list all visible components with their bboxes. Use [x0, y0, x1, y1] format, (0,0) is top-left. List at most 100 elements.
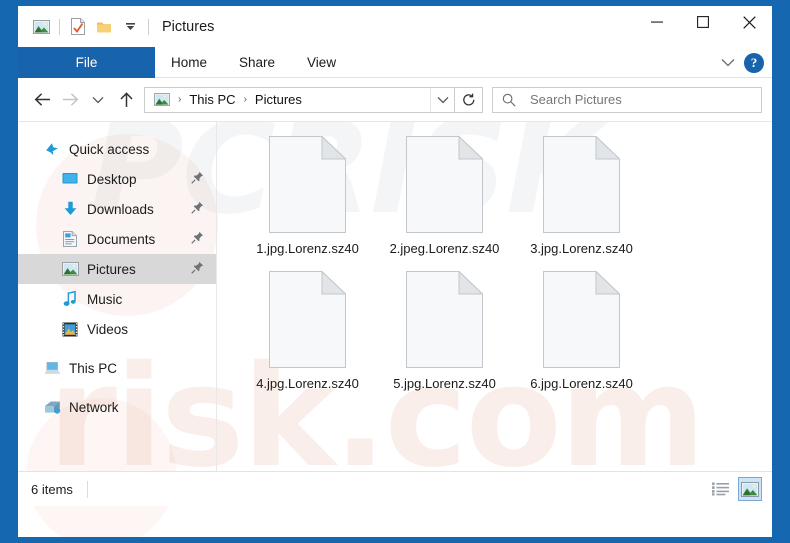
breadcrumb-pictures-icon[interactable] — [152, 93, 172, 106]
file-item[interactable]: 1.jpg.Lorenz.sz40 — [239, 136, 376, 257]
breadcrumb-item-pictures[interactable]: Pictures — [253, 92, 304, 107]
window-frame: PCRISK risk.com — [0, 0, 790, 543]
help-button[interactable]: ? — [744, 53, 764, 73]
navigation-pane: Quick access Desktop — [18, 122, 217, 471]
sidebar-label: Desktop — [87, 172, 137, 187]
breadcrumb: › This PC › Pictures — [145, 92, 430, 107]
generic-file-icon — [543, 136, 620, 233]
sidebar-label: Pictures — [87, 262, 136, 277]
ribbon-tab-strip: File Home Share View ? — [18, 47, 772, 78]
network-icon — [42, 400, 62, 415]
search-icon — [502, 93, 516, 107]
file-name: 1.jpg.Lorenz.sz40 — [245, 241, 370, 257]
main-body: Quick access Desktop — [18, 122, 772, 471]
breadcrumb-separator-1: › — [172, 95, 187, 105]
qat-separator-2 — [148, 19, 149, 35]
sidebar-item-pictures[interactable]: Pictures — [18, 254, 216, 284]
recent-locations-chevron-icon[interactable] — [84, 85, 112, 115]
file-list-pane[interactable]: 1.jpg.Lorenz.sz40 2.jpeg.Lorenz.sz40 — [217, 122, 772, 471]
generic-file-icon — [406, 271, 483, 368]
file-item[interactable]: 4.jpg.Lorenz.sz40 — [239, 271, 376, 392]
file-name: 3.jpg.Lorenz.sz40 — [519, 241, 644, 257]
sidebar-item-videos[interactable]: Videos — [18, 314, 216, 344]
sidebar-gap-2 — [18, 383, 216, 392]
close-button[interactable] — [726, 6, 772, 38]
sidebar-label: Downloads — [87, 202, 154, 217]
status-item-count: 6 items — [28, 482, 73, 497]
pin-icon[interactable] — [191, 261, 204, 277]
tab-view[interactable]: View — [291, 47, 352, 78]
forward-button[interactable] — [56, 85, 84, 115]
file-name: 2.jpeg.Lorenz.sz40 — [382, 241, 507, 257]
file-item[interactable]: 5.jpg.Lorenz.sz40 — [376, 271, 513, 392]
breadcrumb-item-this-pc[interactable]: This PC — [187, 92, 237, 107]
sidebar-item-quick-access[interactable]: Quick access — [18, 134, 216, 164]
file-name: 4.jpg.Lorenz.sz40 — [245, 376, 370, 392]
refresh-button[interactable] — [455, 87, 483, 113]
address-bar: › This PC › Pictures — [18, 78, 772, 122]
pictures-folder-icon[interactable] — [28, 15, 54, 39]
sidebar-item-desktop[interactable]: Desktop — [18, 164, 216, 194]
tab-share[interactable]: Share — [223, 47, 291, 78]
file-grid: 1.jpg.Lorenz.sz40 2.jpeg.Lorenz.sz40 — [239, 136, 772, 406]
sidebar-item-network[interactable]: Network — [18, 392, 216, 422]
file-name: 5.jpg.Lorenz.sz40 — [382, 376, 507, 392]
ribbon-right-controls: ? — [721, 47, 764, 78]
pin-icon[interactable] — [191, 201, 204, 217]
minimize-button[interactable] — [634, 6, 680, 38]
title-bar: Pictures — [18, 6, 772, 47]
breadcrumb-separator-2: › — [238, 95, 253, 105]
sidebar-item-this-pc[interactable]: This PC — [18, 353, 216, 383]
sidebar-label: This PC — [69, 361, 117, 376]
status-bar: 6 items — [18, 471, 772, 506]
file-item[interactable]: 3.jpg.Lorenz.sz40 — [513, 136, 650, 257]
explorer-window: PCRISK risk.com — [18, 6, 772, 537]
back-button[interactable] — [28, 85, 56, 115]
sidebar-label: Music — [87, 292, 122, 307]
address-box[interactable]: › This PC › Pictures — [144, 87, 455, 113]
sidebar-label: Documents — [87, 232, 155, 247]
videos-icon — [60, 322, 80, 337]
details-view-button[interactable] — [709, 477, 733, 501]
file-name: 6.jpg.Lorenz.sz40 — [519, 376, 644, 392]
documents-icon — [60, 231, 80, 247]
sidebar-label: Videos — [87, 322, 128, 337]
sidebar-label: Network — [69, 400, 119, 415]
large-icons-view-button[interactable] — [738, 477, 762, 501]
sidebar-item-documents[interactable]: Documents — [18, 224, 216, 254]
sidebar-item-downloads[interactable]: Downloads — [18, 194, 216, 224]
generic-file-icon — [406, 136, 483, 233]
address-dropdown-chevron-icon[interactable] — [430, 88, 454, 112]
generic-file-icon — [269, 271, 346, 368]
file-item[interactable]: 2.jpeg.Lorenz.sz40 — [376, 136, 513, 257]
pin-icon[interactable] — [191, 231, 204, 247]
window-controls — [634, 6, 772, 38]
star-icon — [42, 141, 62, 157]
window-title: Pictures — [162, 19, 214, 35]
file-item[interactable]: 6.jpg.Lorenz.sz40 — [513, 271, 650, 392]
quick-access-toolbar: Pictures — [18, 15, 214, 39]
new-folder-icon[interactable] — [91, 15, 117, 39]
maximize-button[interactable] — [680, 6, 726, 38]
ribbon-collapse-chevron-icon[interactable] — [721, 54, 735, 72]
sidebar-label: Quick access — [69, 142, 149, 157]
up-button[interactable] — [112, 85, 140, 115]
customize-chevron-icon[interactable] — [117, 15, 143, 39]
status-separator — [87, 481, 88, 498]
pin-icon[interactable] — [191, 171, 204, 187]
tab-file[interactable]: File — [18, 47, 155, 78]
generic-file-icon — [543, 271, 620, 368]
pictures-icon — [60, 262, 80, 276]
music-icon — [60, 291, 80, 307]
search-box[interactable]: Search Pictures — [492, 87, 762, 113]
desktop-icon — [60, 172, 80, 186]
sidebar-item-music[interactable]: Music — [18, 284, 216, 314]
sidebar-gap-1 — [18, 344, 216, 353]
properties-icon[interactable] — [65, 15, 91, 39]
generic-file-icon — [269, 136, 346, 233]
view-mode-buttons — [709, 477, 762, 501]
search-input[interactable]: Search Pictures — [530, 92, 761, 107]
thispc-icon — [42, 361, 62, 376]
tab-home[interactable]: Home — [155, 47, 223, 78]
downloads-icon — [60, 201, 80, 217]
